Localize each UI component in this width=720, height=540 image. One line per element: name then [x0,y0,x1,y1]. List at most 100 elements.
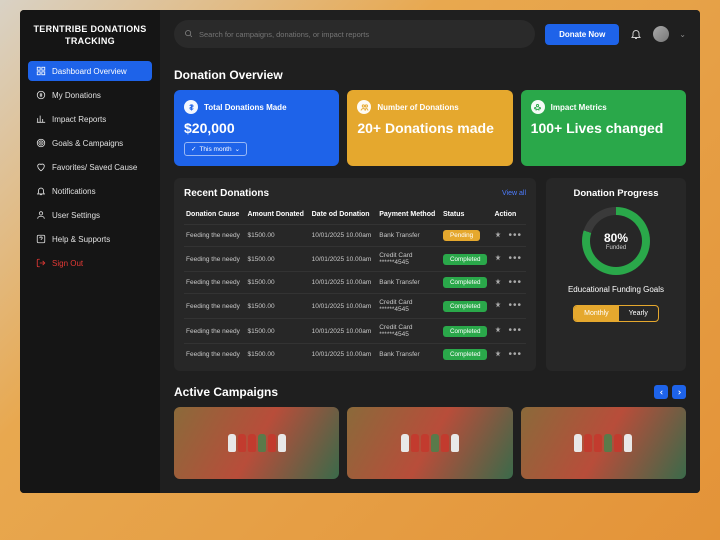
cell-cause: Feeding the needy [184,225,245,247]
nav-settings[interactable]: User Settings [28,205,152,225]
campaigns-next-button[interactable] [672,385,686,399]
cell-method: Credit Card******4545 [377,294,441,319]
period-pill[interactable]: ✓This month⌄ [184,142,247,156]
cell-method: Credit Card******4545 [377,247,441,272]
nav-label: Sign Out [52,259,83,268]
toggle-monthly[interactable]: Monthly [574,306,619,321]
chevron-down-icon[interactable]: ⌄ [679,30,686,39]
notifications-button[interactable] [629,27,643,41]
chart-icon [36,114,46,124]
nav-label: Notifications [52,187,96,196]
col-cause: Donation Cause [184,207,245,225]
bell-icon [36,186,46,196]
campaigns-prev-button[interactable] [654,385,668,399]
people-icon [357,100,371,114]
nav-notifications[interactable]: Notifications [28,181,152,201]
status-badge: Completed [443,349,487,360]
cell-amount: $1500.00 [245,247,309,272]
nav-favorites[interactable]: Favorites/ Saved Cause [28,157,152,177]
cell-date: 10/01/2025 10.00am [310,319,378,344]
cell-method: Credit Card******4545 [377,319,441,344]
campaigns-row [174,407,686,479]
nav-dashboard[interactable]: Dashboard Overview [28,61,152,81]
campaign-card[interactable] [521,407,686,479]
cell-date: 10/01/2025 10.00am [310,247,378,272]
table-row: Feeding the needy$1500.0010/01/2025 10.0… [184,225,526,247]
recent-donations-card: Recent Donations View all Donation Cause… [174,178,536,371]
more-icon[interactable]: ••• [508,254,522,264]
donate-now-button[interactable]: Donate Now [545,24,619,45]
nav-impact[interactable]: Impact Reports [28,109,152,129]
help-icon [36,234,46,244]
stat-total-donations: Total Donations Made $20,000 ✓This month… [174,90,339,166]
col-date: Date od Donation [310,207,378,225]
nav-label: Goals & Campaigns [52,139,123,148]
status-badge: Completed [443,301,487,312]
table-row: Feeding the needy$1500.0010/01/2025 10.0… [184,319,526,344]
cell-amount: $1500.00 [245,294,309,319]
campaign-card[interactable] [174,407,339,479]
nav-my-donations[interactable]: My Donations [28,85,152,105]
search-input[interactable] [199,30,525,39]
cell-date: 10/01/2025 10.00am [310,294,378,319]
content: Donation Overview Total Donations Made $… [160,58,700,493]
table-row: Feeding the needy$1500.0010/01/2025 10.0… [184,272,526,294]
stat-value: $20,000 [184,120,329,136]
nav-signout[interactable]: Sign Out [28,253,152,273]
pin-icon[interactable] [494,231,502,241]
pin-icon[interactable] [494,278,502,288]
main: Donate Now ⌄ Donation Overview Total Don… [160,10,700,493]
dashboard-icon [36,66,46,76]
table-row: Feeding the needy$1500.0010/01/2025 10.0… [184,344,526,366]
cell-amount: $1500.00 [245,272,309,294]
status-badge: Completed [443,254,487,265]
status-badge: Completed [443,277,487,288]
overview-title: Donation Overview [174,68,686,82]
dollar-icon [184,100,198,114]
search-box[interactable] [174,20,535,48]
nav-label: Favorites/ Saved Cause [52,163,137,172]
pin-icon[interactable] [494,301,502,311]
pin-icon[interactable] [494,254,502,264]
cell-method: Bank Transfer [377,272,441,294]
cell-cause: Feeding the needy [184,319,245,344]
cell-amount: $1500.00 [245,319,309,344]
user-icon [36,210,46,220]
more-icon[interactable]: ••• [508,350,522,360]
nav-label: Dashboard Overview [52,67,127,76]
view-all-link[interactable]: View all [502,190,526,197]
recent-table: Donation Cause Amount Donated Date od Do… [184,207,526,365]
toggle-yearly[interactable]: Yearly [619,306,658,321]
campaign-card[interactable] [347,407,512,479]
more-icon[interactable]: ••• [508,326,522,336]
pin-icon[interactable] [494,326,502,336]
goal-label: Educational Funding Goals [568,285,664,295]
stat-label: Number of Donations [377,103,458,112]
avatar[interactable] [653,26,669,42]
cell-amount: $1500.00 [245,344,309,366]
stat-impact-metrics: Impact Metrics 100+ Lives changed [521,90,686,166]
cell-cause: Feeding the needy [184,344,245,366]
cell-method: Bank Transfer [377,344,441,366]
col-action: Action [492,207,526,225]
more-icon[interactable]: ••• [508,231,522,241]
stat-value: 100+ Lives changed [531,120,676,136]
period-toggle: Monthly Yearly [573,305,659,322]
cell-date: 10/01/2025 10.00am [310,225,378,247]
nav-help[interactable]: Help & Supports [28,229,152,249]
search-icon [184,25,193,43]
stat-label: Impact Metrics [551,103,607,112]
progress-title: Donation Progress [574,188,659,199]
col-amount: Amount Donated [245,207,309,225]
more-icon[interactable]: ••• [508,301,522,311]
recent-title: Recent Donations [184,188,269,199]
nav-goals[interactable]: Goals & Campaigns [28,133,152,153]
cell-cause: Feeding the needy [184,294,245,319]
more-icon[interactable]: ••• [508,278,522,288]
campaigns-title: Active Campaigns [174,385,278,399]
cell-amount: $1500.00 [245,225,309,247]
pin-icon[interactable] [494,350,502,360]
status-badge: Pending [443,230,480,241]
signout-icon [36,258,46,268]
progress-percent: 80% [604,231,628,245]
